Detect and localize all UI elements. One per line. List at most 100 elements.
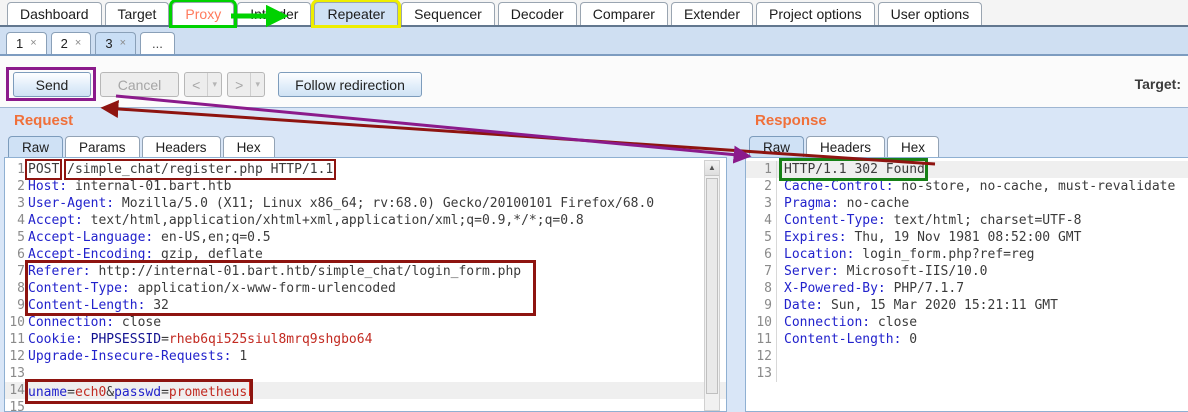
editor-line-5[interactable]: 5Expires: Thu, 19 Nov 1981 08:52:00 GMT <box>746 229 1188 246</box>
line-number: 5 <box>5 230 25 245</box>
toolbar: Send Cancel < ▾ > ▾ Follow redirection T… <box>0 56 1188 107</box>
tab-target[interactable]: Target <box>105 2 170 25</box>
request-scrollbar[interactable]: ▲ <box>704 160 720 411</box>
line-number: 7 <box>5 264 25 279</box>
line-number: 8 <box>746 281 772 296</box>
request-tab-raw[interactable]: Raw <box>8 136 63 159</box>
editor-line-11[interactable]: 11Content-Length: 0 <box>746 331 1188 348</box>
tab-decoder[interactable]: Decoder <box>498 2 577 25</box>
editor-line-10[interactable]: 10 Connection: close <box>746 314 1188 331</box>
editor-line-1[interactable]: 1HTTP/1.1 302 Found <box>746 161 1188 178</box>
close-tab-icon[interactable]: × <box>30 38 36 49</box>
line-number: 6 <box>746 247 772 262</box>
request-editor[interactable]: 1POST /simple_chat/register.php HTTP/1.1… <box>4 157 727 412</box>
repeater-tab-bar: 1×2×3×... <box>0 27 1188 56</box>
previous-request-button[interactable]: < ▾ <box>184 72 222 97</box>
line-number: 2 <box>5 179 25 194</box>
line-content: Upgrade-Insecure-Requests: 1 <box>25 349 247 364</box>
line-number: 14 <box>5 383 25 398</box>
editor-line-6[interactable]: 6Accept-Encoding: gzip, deflate <box>5 246 726 263</box>
editor-line-3[interactable]: 3User-Agent: Mozilla/5.0 (X11; Linux x86… <box>5 195 726 212</box>
tab-extender[interactable]: Extender <box>671 2 753 25</box>
line-content: Referer: http://internal-01.bart.htb/sim… <box>25 264 521 279</box>
line-number: 1 <box>5 162 25 177</box>
repeater-tab-more[interactable]: ... <box>140 32 175 54</box>
editor-line-13[interactable]: 13 <box>5 365 726 382</box>
line-number: 15 <box>5 400 25 412</box>
repeater-tab-2[interactable]: 2× <box>51 32 92 54</box>
scroll-up-icon[interactable]: ▲ <box>705 161 719 176</box>
scrollbar-thumb[interactable] <box>706 178 718 394</box>
line-number: 11 <box>5 332 25 347</box>
close-tab-icon[interactable]: × <box>75 38 81 49</box>
line-number: 1 <box>746 162 772 177</box>
editor-line-14[interactable]: 14uname=ech0&passwd=prometheus <box>5 382 726 399</box>
request-editor-tabs: RawParamsHeadersHex <box>4 135 275 158</box>
repeater-tab-3[interactable]: 3× <box>95 32 136 54</box>
response-editor[interactable]: 1HTTP/1.1 302 Found2Cache-Control: no-st… <box>745 157 1188 412</box>
line-number: 2 <box>746 179 772 194</box>
line-number: 8 <box>5 281 25 296</box>
response-tab-raw[interactable]: Raw <box>749 136 804 159</box>
editor-line-5[interactable]: 5Accept-Language: en-US,en;q=0.5 <box>5 229 726 246</box>
editor-line-12[interactable]: 12 <box>746 348 1188 365</box>
line-number: 11 <box>746 332 772 347</box>
line-content: Accept-Encoding: gzip, deflate <box>25 247 263 262</box>
line-number: 9 <box>746 298 772 313</box>
editor-line-4[interactable]: 4Accept: text/html,application/xhtml+xml… <box>5 212 726 229</box>
send-button[interactable]: Send <box>13 72 91 97</box>
tab-comparer[interactable]: Comparer <box>580 2 668 25</box>
follow-redirection-button[interactable]: Follow redirection <box>278 72 422 97</box>
editor-line-9[interactable]: 9Date: Sun, 15 Mar 2020 15:21:11 GMT <box>746 297 1188 314</box>
response-tab-hex[interactable]: Hex <box>887 136 939 159</box>
main-tab-bar: DashboardTargetProxyIntruderRepeaterSequ… <box>0 0 1188 27</box>
editor-line-4[interactable]: 4Content-Type: text/html; charset=UTF-8 <box>746 212 1188 229</box>
repeater-tab-label: 1 <box>16 37 23 50</box>
forward-dropdown-icon[interactable]: ▾ <box>250 73 264 96</box>
tab-project-options[interactable]: Project options <box>756 2 875 25</box>
line-number: 4 <box>5 213 25 228</box>
tab-proxy[interactable]: Proxy <box>172 2 234 25</box>
editor-line-11[interactable]: 11Cookie: PHPSESSID=rheb6qi525siul8mrq9s… <box>5 331 726 348</box>
cancel-button[interactable]: Cancel <box>100 72 179 97</box>
editor-line-8[interactable]: 8Content-Type: application/x-www-form-ur… <box>5 280 726 297</box>
editor-line-13[interactable]: 13 <box>746 365 1188 382</box>
line-number: 10 <box>5 315 25 330</box>
tab-dashboard[interactable]: Dashboard <box>7 2 102 25</box>
editor-line-7[interactable]: 7Referer: http://internal-01.bart.htb/si… <box>5 263 726 280</box>
close-tab-icon[interactable]: × <box>120 38 126 49</box>
line-content <box>776 365 784 382</box>
editor-line-1[interactable]: 1POST /simple_chat/register.php HTTP/1.1 <box>5 161 726 178</box>
editor-line-6[interactable]: 6Location: login_form.php?ref=reg <box>746 246 1188 263</box>
editor-line-12[interactable]: 12Upgrade-Insecure-Requests: 1 <box>5 348 726 365</box>
editor-line-15[interactable]: 15 <box>5 399 726 412</box>
line-number: 10 <box>746 315 772 330</box>
request-tab-hex[interactable]: Hex <box>223 136 275 159</box>
editor-line-7[interactable]: 7Server: Microsoft-IIS/10.0 <box>746 263 1188 280</box>
tab-intruder[interactable]: Intruder <box>237 2 311 25</box>
editor-line-3[interactable]: 3Pragma: no-cache <box>746 195 1188 212</box>
tab-sequencer[interactable]: Sequencer <box>401 2 495 25</box>
request-tab-headers[interactable]: Headers <box>142 136 221 159</box>
repeater-tab-label: 2 <box>61 37 68 50</box>
response-tab-headers[interactable]: Headers <box>806 136 885 159</box>
line-number: 12 <box>746 349 772 364</box>
text-cursor <box>249 382 251 396</box>
back-dropdown-icon[interactable]: ▾ <box>207 73 221 96</box>
request-tab-params[interactable]: Params <box>65 136 140 159</box>
line-number: 9 <box>5 298 25 313</box>
request-text: 1POST /simple_chat/register.php HTTP/1.1… <box>5 158 726 412</box>
request-title: Request <box>14 112 73 129</box>
next-request-button[interactable]: > ▾ <box>227 72 265 97</box>
target-label: Target: <box>1135 76 1181 92</box>
repeater-tab-1[interactable]: 1× <box>6 32 47 54</box>
tab-repeater[interactable]: Repeater <box>314 2 398 25</box>
editor-line-8[interactable]: 8X-Powered-By: PHP/7.1.7 <box>746 280 1188 297</box>
editor-line-9[interactable]: 9Content-Length: 32 <box>5 297 726 314</box>
editor-line-2[interactable]: 2Cache-Control: no-store, no-cache, must… <box>746 178 1188 195</box>
editor-line-10[interactable]: 10Connection: close <box>5 314 726 331</box>
line-content: Connection: close <box>776 314 917 331</box>
tab-user-options[interactable]: User options <box>878 2 983 25</box>
editor-line-2[interactable]: 2Host: internal-01.bart.htb <box>5 178 726 195</box>
line-content: uname=ech0&passwd=prometheus <box>25 382 251 400</box>
